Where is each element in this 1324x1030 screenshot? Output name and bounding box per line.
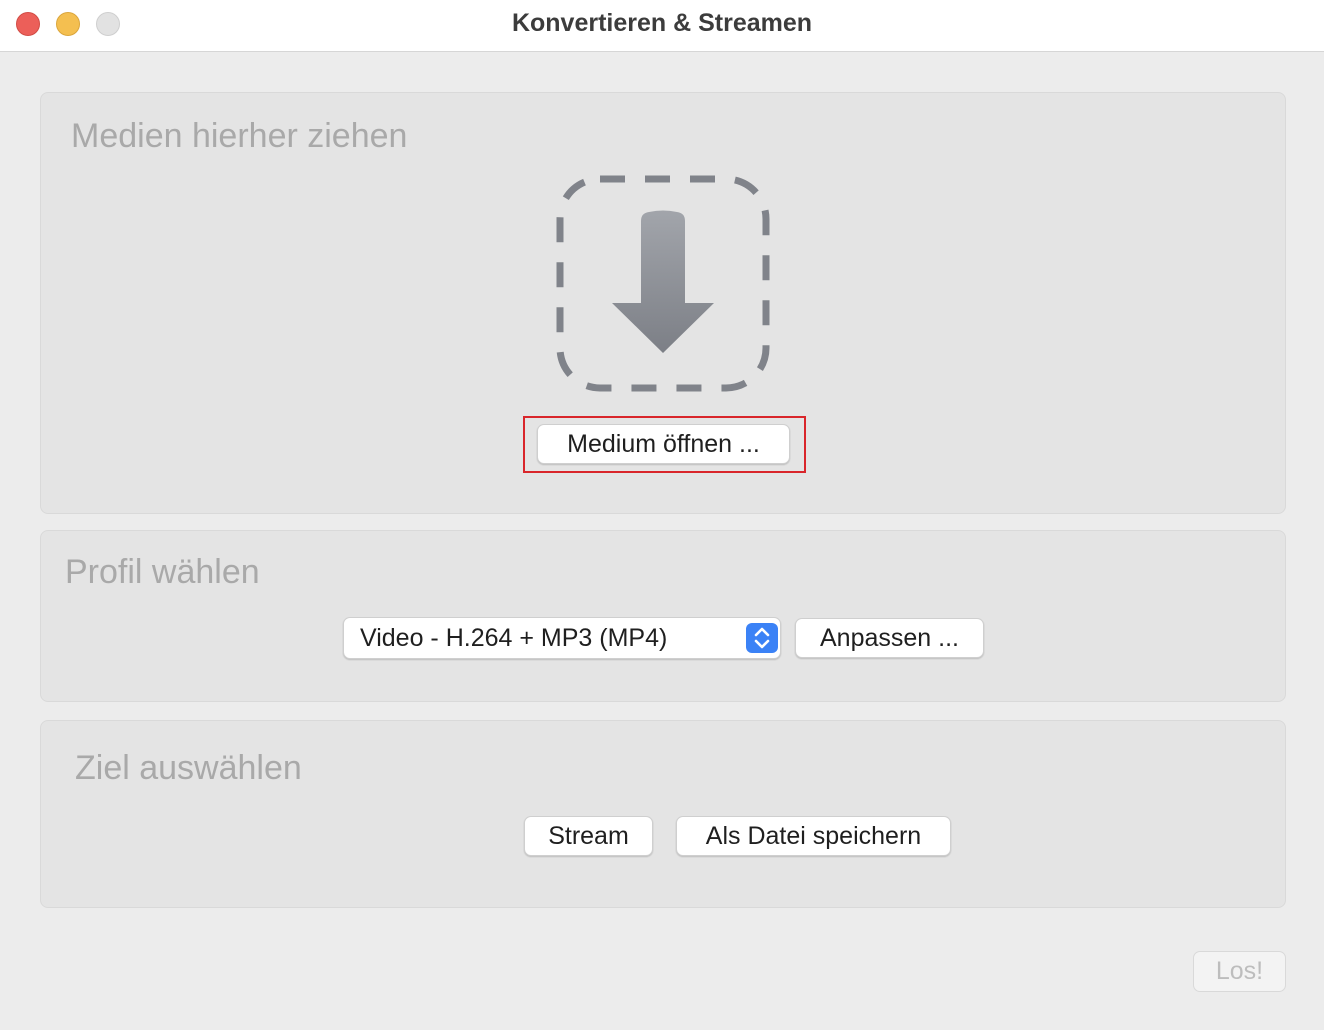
profile-select[interactable]: Video - H.264 + MP3 (MP4) bbox=[343, 617, 781, 659]
title-bar: Konvertieren & Streamen bbox=[0, 0, 1324, 52]
profile-panel-title: Profil wählen bbox=[65, 553, 260, 591]
go-button[interactable]: Los! bbox=[1193, 951, 1286, 992]
open-media-button[interactable]: Medium öffnen ... bbox=[537, 424, 790, 464]
media-panel-title: Medien hierher ziehen bbox=[71, 117, 408, 155]
save-as-file-button[interactable]: Als Datei speichern bbox=[676, 816, 951, 856]
drop-arrow-icon bbox=[556, 175, 770, 392]
destination-panel-title: Ziel auswählen bbox=[75, 749, 302, 787]
window-title: Konvertieren & Streamen bbox=[511, 9, 813, 37]
profile-select-value: Video - H.264 + MP3 (MP4) bbox=[360, 624, 668, 652]
chevron-updown-icon bbox=[746, 623, 778, 653]
stream-button[interactable]: Stream bbox=[524, 816, 653, 856]
customize-profile-button[interactable]: Anpassen ... bbox=[795, 618, 984, 658]
profile-panel: Profil wählen Video - H.264 + MP3 (MP4) … bbox=[40, 530, 1286, 702]
media-drop-panel[interactable]: Medien hierher ziehen Medium öffnen ... bbox=[40, 92, 1286, 514]
destination-panel: Ziel auswählen Stream Als Datei speicher… bbox=[40, 720, 1286, 908]
